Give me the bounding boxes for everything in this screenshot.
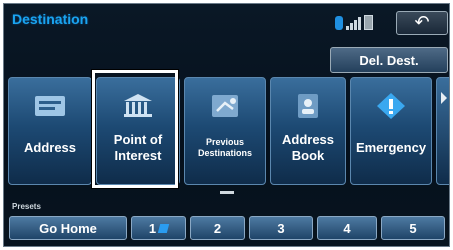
menu-item-emergency[interactable]: Emergency (350, 77, 432, 185)
bluetooth-icon (335, 16, 343, 30)
destination-screen: Destination ↶ Del. Dest. Address Point o… (3, 3, 450, 247)
preset-label: 1 (148, 220, 157, 236)
menu-item-label: Address (23, 140, 77, 155)
status-indicators (335, 14, 387, 30)
signal-strength-icon (346, 17, 361, 30)
page-indicator (220, 191, 234, 194)
menu-item-label: Previous Destinations (197, 137, 252, 158)
back-button[interactable]: ↶ (396, 11, 448, 35)
presets-label: Presets (12, 202, 41, 211)
menu-item-previous-destinations[interactable]: Previous Destinations (184, 77, 266, 185)
battery-icon (364, 15, 373, 30)
preset-label: Go Home (39, 220, 97, 236)
flag-icon (157, 223, 170, 233)
preset-label: 2 (213, 220, 222, 236)
menu-item-label: Address Book (281, 132, 335, 163)
emergency-diamond-icon (377, 93, 405, 119)
preset-label: 5 (409, 220, 417, 236)
preset-1-button[interactable]: 1 (131, 216, 186, 240)
preset-4-button[interactable]: 4 (317, 216, 377, 240)
more-menu-button[interactable] (436, 77, 449, 185)
destination-menu: Address Point of Interest Previous Desti… (8, 77, 449, 185)
preset-5-button[interactable]: 5 (381, 216, 445, 240)
address-card-icon (35, 96, 65, 116)
return-arrow-icon: ↶ (414, 12, 430, 32)
menu-item-label: Emergency (355, 140, 427, 155)
previous-destinations-icon (212, 95, 238, 117)
delete-destinations-button[interactable]: Del. Dest. (330, 47, 448, 73)
preset-2-button[interactable]: 2 (190, 216, 245, 240)
address-book-icon (298, 94, 318, 118)
preset-go-home-button[interactable]: Go Home (9, 216, 127, 240)
chevron-right-icon (441, 92, 447, 104)
preset-label: 4 (343, 220, 351, 236)
menu-item-address[interactable]: Address (8, 77, 92, 185)
selection-highlight-frame (92, 70, 178, 188)
screen-title: Destination (12, 11, 89, 27)
menu-item-address-book[interactable]: Address Book (270, 77, 346, 185)
preset-3-button[interactable]: 3 (249, 216, 313, 240)
preset-label: 3 (277, 220, 285, 236)
